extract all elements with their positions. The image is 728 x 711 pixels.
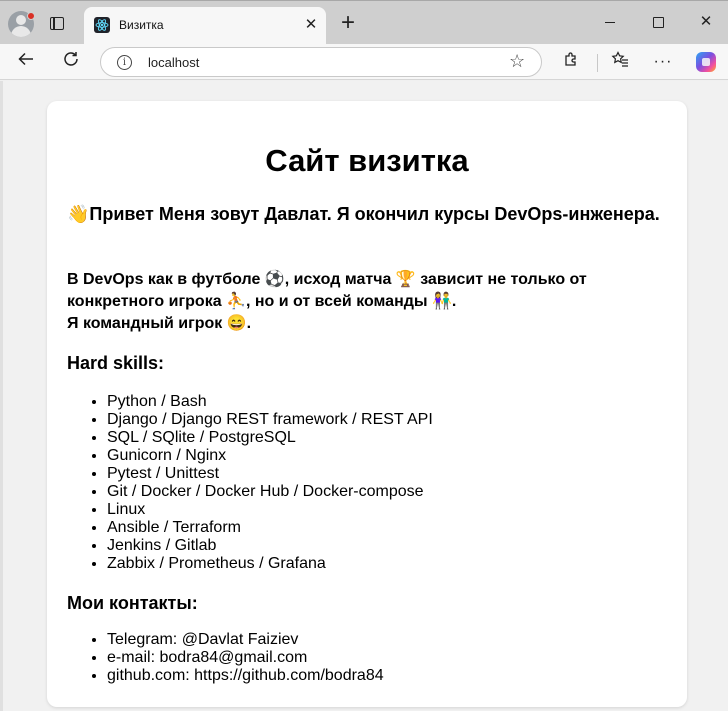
business-card: Сайт визитка 👋Привет Меня зовут Давлат. …	[47, 101, 687, 707]
list-item: Telegram: @Davlat Faiziev	[107, 631, 384, 649]
minimize-button[interactable]	[601, 13, 619, 31]
address-bar[interactable]: i localhost ☆	[100, 47, 542, 77]
greeting-text: 👋Привет Меня зовут Давлат. Я окончил кур…	[67, 204, 660, 224]
tab-strip: Визитка ✕ + ✕	[0, 0, 728, 45]
tab-close-icon[interactable]: ✕	[302, 16, 320, 34]
browser-toolbar: i localhost ☆ ···	[0, 44, 728, 80]
list-item: Git / Docker / Docker Hub / Docker-compo…	[107, 483, 433, 501]
reload-icon[interactable]	[59, 50, 83, 74]
close-window-button[interactable]: ✕	[697, 13, 715, 31]
list-item: Jenkins / Gitlab	[107, 537, 433, 555]
back-arrow-icon[interactable]	[14, 50, 38, 74]
toolbar-divider	[597, 54, 598, 72]
hard-skills-list: Python / Bash Django / Django REST frame…	[107, 393, 433, 573]
page-viewport: Сайт визитка 👋Привет Меня зовут Давлат. …	[0, 81, 728, 711]
site-info-icon[interactable]: i	[117, 55, 132, 70]
more-options-icon[interactable]: ···	[651, 50, 675, 74]
url-text[interactable]: localhost	[148, 55, 199, 70]
list-item: SQL / SQlite / PostgreSQL	[107, 429, 433, 447]
copilot-icon[interactable]	[696, 52, 716, 72]
tab-vizitka[interactable]: Визитка ✕	[84, 7, 326, 45]
favorite-star-icon[interactable]: ☆	[509, 51, 525, 72]
maximize-button[interactable]	[649, 13, 667, 31]
list-item: Zabbix / Prometheus / Grafana	[107, 555, 433, 573]
list-item: Django / Django REST framework / REST AP…	[107, 411, 433, 429]
list-item: Gunicorn / Nginx	[107, 447, 433, 465]
list-item: Ansible / Terraform	[107, 519, 433, 537]
extensions-icon[interactable]	[559, 50, 583, 74]
hard-skills-heading: Hard skills:	[67, 353, 165, 373]
list-item: Python / Bash	[107, 393, 433, 411]
contacts-list: Telegram: @Davlat Faiziev e-mail: bodra8…	[107, 631, 384, 685]
team-player-text: Я командный игрок 😄.	[67, 315, 252, 332]
new-tab-button[interactable]: +	[336, 11, 360, 35]
profile-notification-dot	[27, 12, 35, 20]
page-title: Сайт визитка	[265, 143, 469, 178]
devops-paragraph: В DevOps как в футболе ⚽, исход матча 🏆 …	[67, 269, 667, 335]
list-item: e-mail: bodra84@gmail.com	[107, 649, 384, 667]
list-item: Linux	[107, 501, 433, 519]
favorites-icon[interactable]	[608, 50, 632, 74]
list-item: Pytest / Unittest	[107, 465, 433, 483]
devops-text: В DevOps как в футболе ⚽, исход матча 🏆 …	[67, 271, 587, 310]
tab-title: Визитка	[119, 18, 164, 32]
tab-actions-icon[interactable]	[50, 17, 64, 30]
contacts-heading: Мои контакты:	[67, 593, 198, 613]
list-item: github.com: https://github.com/bodra84	[107, 667, 384, 685]
react-favicon-icon	[94, 17, 110, 33]
